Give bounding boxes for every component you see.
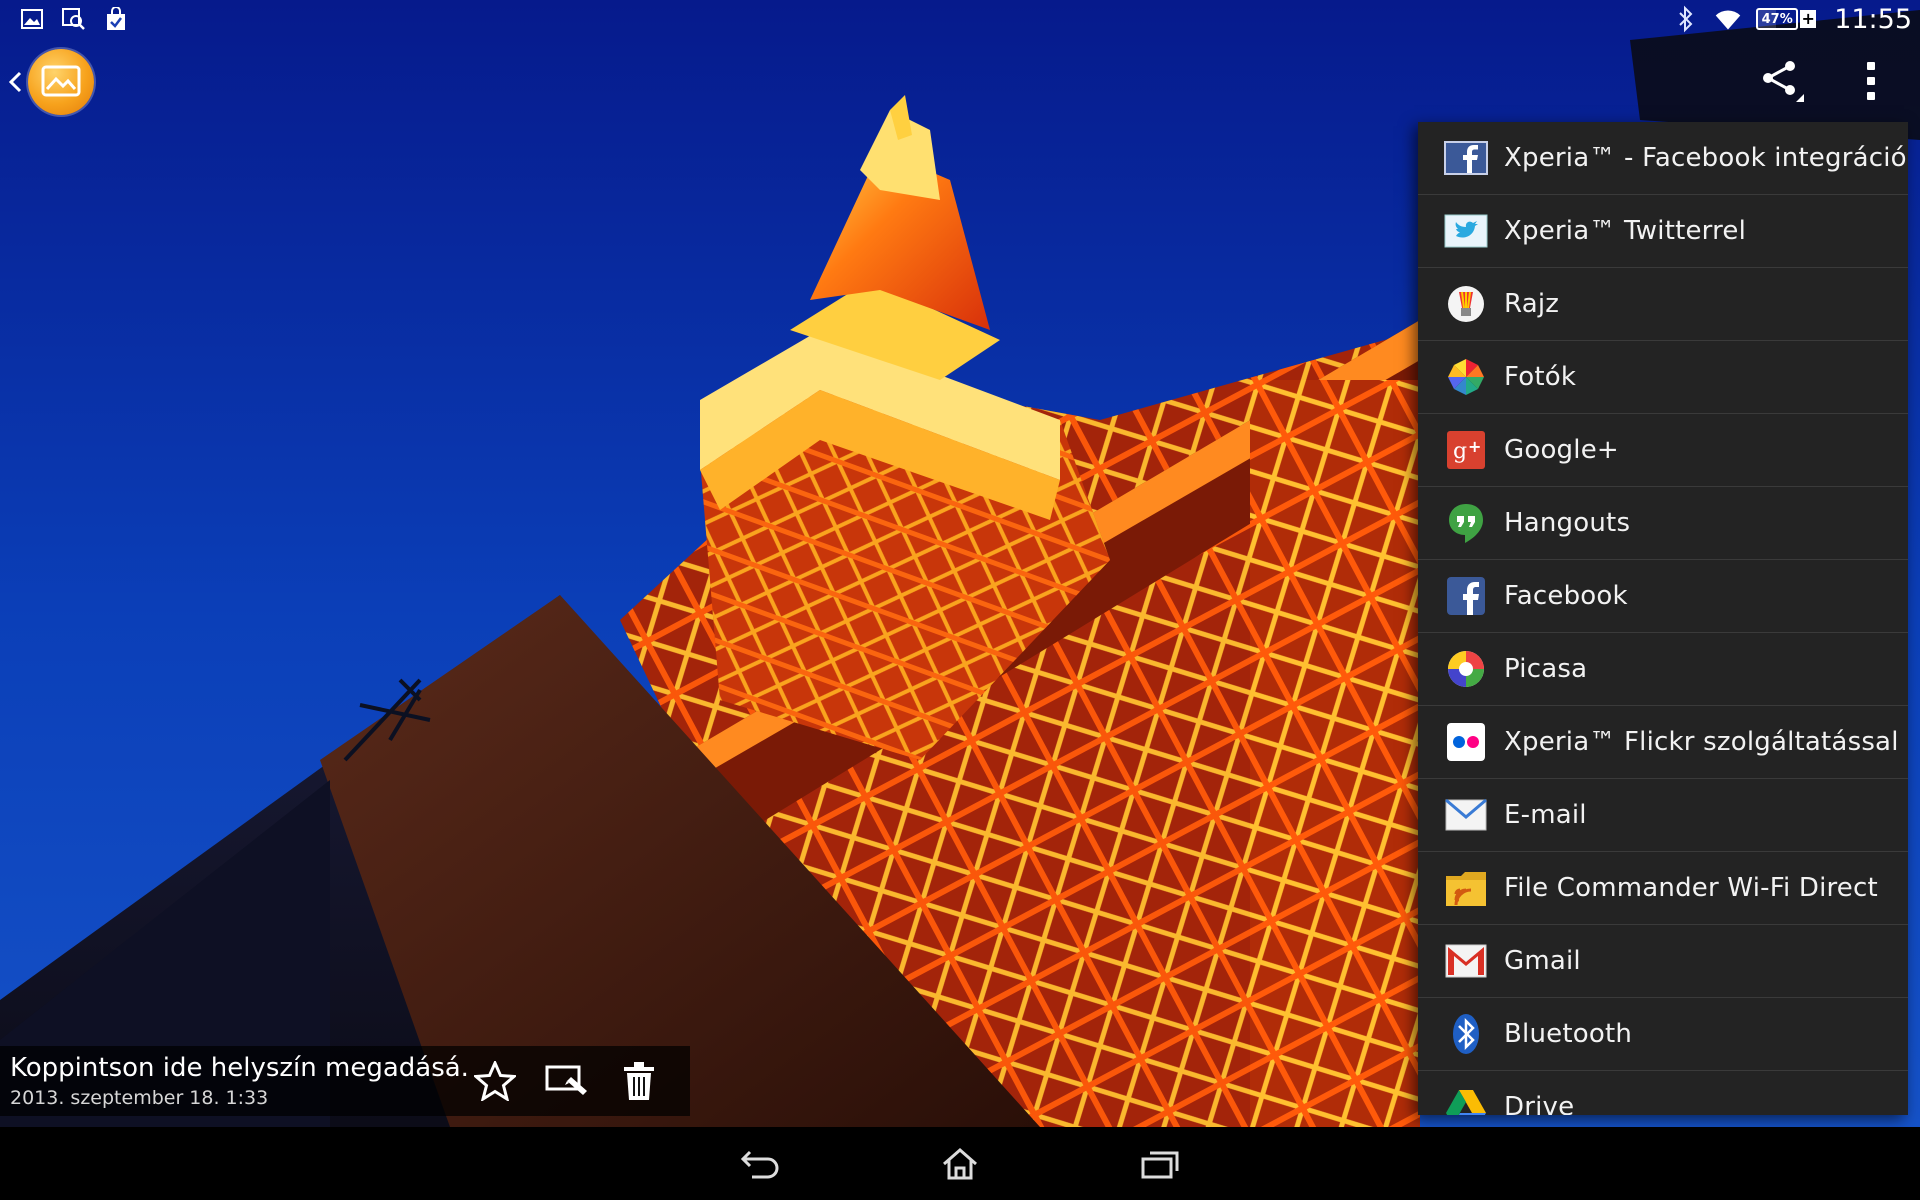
file-commander-icon [1444, 866, 1488, 910]
svg-text:+: + [1468, 437, 1481, 456]
nav-back-button[interactable] [730, 1139, 790, 1189]
delete-button[interactable] [616, 1058, 662, 1104]
share-menu: Xperia™ - Facebook integráció Xperia™ Tw… [1418, 122, 1908, 1115]
bluetooth-icon [1672, 5, 1700, 33]
battery-indicator: 47% + [1756, 8, 1817, 30]
navigation-bar [0, 1127, 1920, 1200]
email-icon [1444, 793, 1488, 837]
svg-text:g: g [1453, 439, 1467, 464]
share-item-xperia-twitter[interactable]: Xperia™ Twitterrel [1418, 195, 1908, 268]
share-item-email[interactable]: E-mail [1418, 779, 1908, 852]
photos-pinwheel-icon [1444, 355, 1488, 399]
nav-recent-apps-button[interactable] [1130, 1139, 1190, 1189]
flickr-icon [1444, 720, 1488, 764]
twitter-icon [1444, 209, 1488, 253]
share-item-rajz[interactable]: Rajz [1418, 268, 1908, 341]
share-icon [1763, 61, 1804, 102]
gmail-icon [1444, 939, 1488, 983]
bluetooth-icon [1444, 1012, 1488, 1056]
photo-details[interactable]: Koppintson ide helyszín megadásá... 2013… [0, 1053, 470, 1109]
status-bar: 47% + 11:55 [0, 0, 1920, 38]
share-item-xperia-facebook[interactable]: Xperia™ - Facebook integráció [1418, 122, 1908, 195]
photo-date: 2013. szeptember 18. 1:33 [10, 1087, 269, 1109]
home-icon [943, 1147, 977, 1179]
trash-icon [624, 1062, 654, 1100]
wifi-icon [1714, 5, 1742, 33]
picasa-icon [1444, 647, 1488, 691]
edit-button[interactable] [544, 1058, 590, 1104]
back-icon [740, 1150, 779, 1178]
favorite-button[interactable] [472, 1058, 518, 1104]
more-vertical-icon [1867, 62, 1875, 70]
image-icon [18, 5, 46, 33]
screenshot-search-icon [60, 5, 88, 33]
battery-level: 47% [1756, 8, 1799, 30]
photo-actions [472, 1058, 662, 1104]
charging-icon: + [1800, 9, 1817, 28]
recent-apps-icon [1141, 1151, 1179, 1178]
facebook-icon [1444, 574, 1488, 618]
share-item-facebook[interactable]: Facebook [1418, 560, 1908, 633]
share-button[interactable] [1756, 56, 1806, 106]
album-app-icon [28, 49, 94, 115]
google-plus-icon: g + [1444, 428, 1488, 472]
clock: 11:55 [1834, 3, 1912, 35]
notification-area [18, 5, 130, 33]
star-icon [474, 1061, 516, 1101]
photo-info-bar: Koppintson ide helyszín megadásá... 2013… [0, 1046, 690, 1116]
share-item-bluetooth[interactable]: Bluetooth [1418, 998, 1908, 1071]
share-item-google-plus[interactable]: g + Google+ [1418, 414, 1908, 487]
share-item-drive[interactable]: Drive [1418, 1071, 1908, 1115]
chevron-left-icon [8, 71, 22, 93]
share-item-file-commander[interactable]: File Commander Wi-Fi Direct [1418, 852, 1908, 925]
hangouts-icon [1444, 501, 1488, 545]
edit-icon [545, 1065, 587, 1095]
share-item-picasa[interactable]: Picasa [1418, 633, 1908, 706]
sketch-icon [1444, 282, 1488, 326]
up-navigation-button[interactable] [4, 44, 94, 120]
facebook-square-icon [1444, 136, 1488, 180]
nav-home-button[interactable] [930, 1139, 990, 1189]
drive-icon [1444, 1085, 1488, 1115]
share-item-fotok[interactable]: Fotók [1418, 341, 1908, 414]
share-item-gmail[interactable]: Gmail [1418, 925, 1908, 998]
overflow-menu-button[interactable] [1856, 56, 1886, 106]
shopping-bag-icon [102, 5, 130, 33]
share-item-hangouts[interactable]: Hangouts [1418, 487, 1908, 560]
share-item-xperia-flickr[interactable]: Xperia™ Flickr szolgáltatással [1418, 706, 1908, 779]
location-prompt[interactable]: Koppintson ide helyszín megadásá... [10, 1053, 470, 1083]
system-icons: 47% + 11:55 [1672, 4, 1912, 35]
